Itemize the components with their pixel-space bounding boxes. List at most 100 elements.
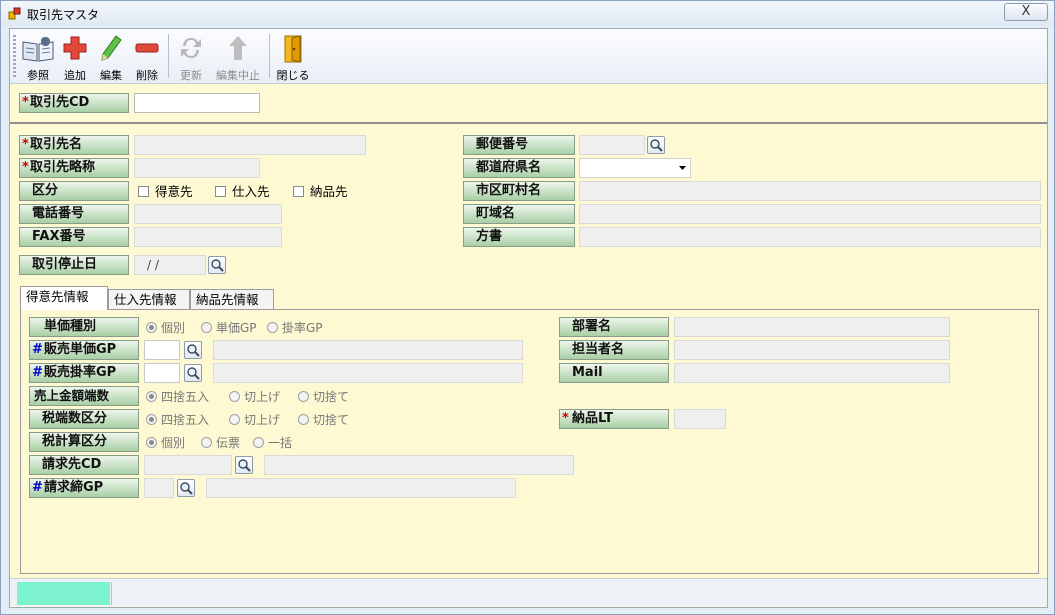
- postal-code-input[interactable]: [579, 135, 645, 155]
- tax-rounding-round-radio[interactable]: 四捨五入: [146, 412, 209, 428]
- reference-label: 参照: [27, 69, 49, 82]
- tax-rounding-label: 税端数区分: [29, 409, 139, 429]
- customer-short-name-input[interactable]: [134, 158, 260, 178]
- sales-price-gp-input[interactable]: [144, 340, 180, 360]
- delete-icon: [135, 43, 159, 53]
- refresh-label: 更新: [180, 69, 202, 82]
- tab-customer-info[interactable]: 得意先情報: [20, 286, 108, 310]
- tax-calc-individual-radio[interactable]: 個別: [146, 435, 185, 451]
- postal-search-button[interactable]: [647, 136, 665, 154]
- price-type-individual-radio[interactable]: 個別: [146, 320, 185, 336]
- tax-rounding-down-radio[interactable]: 切捨て: [298, 412, 349, 428]
- refresh-icon: [181, 37, 201, 59]
- prefecture-label: 都道府県名: [463, 158, 575, 178]
- toolbar: 参照 追加 編集 削除 更新 編集中止 閉じる: [10, 29, 1047, 84]
- window-close-button[interactable]: X: [1004, 3, 1048, 21]
- customer-info-panel: 単価種別 個別 単価GP 掛率GP # 販売単価GP # 販売掛率GP 売上金額端数…: [20, 309, 1039, 574]
- add-button[interactable]: 追加: [58, 31, 92, 82]
- sales-rounding-down-radio[interactable]: 切捨て: [298, 389, 349, 405]
- header-separator: [10, 122, 1047, 124]
- customer-cd-input[interactable]: [134, 93, 260, 113]
- contact-person-input[interactable]: [674, 340, 950, 360]
- town-input[interactable]: [579, 204, 1041, 224]
- cancel-edit-button[interactable]: 編集中止: [211, 31, 265, 82]
- address-extra-label: 方書: [463, 227, 575, 247]
- refresh-button[interactable]: 更新: [173, 31, 209, 82]
- sales-rate-gp-label: # 販売掛率GP: [29, 363, 139, 383]
- search-icon: [187, 367, 200, 380]
- department-input[interactable]: [674, 317, 950, 337]
- sales-price-gp-name: [213, 340, 523, 360]
- billing-close-gp-label: # 請求締GP: [29, 478, 139, 498]
- close-label: 閉じる: [276, 69, 310, 82]
- delivery-lt-input[interactable]: [674, 409, 726, 429]
- status-divider: [111, 582, 112, 605]
- sales-price-gp-label: # 販売単価GP: [29, 340, 139, 360]
- fax-input[interactable]: [134, 227, 282, 247]
- customer-name-label: * 取引先名: [19, 135, 129, 155]
- undo-icon: [229, 36, 247, 60]
- stop-date-search-button[interactable]: [208, 256, 226, 274]
- category-delivery-checkbox[interactable]: 納品先: [293, 184, 348, 200]
- address-extra-input[interactable]: [579, 227, 1041, 247]
- app-icon: [8, 7, 21, 20]
- billing-cd-search-button[interactable]: [235, 456, 253, 474]
- city-input[interactable]: [579, 181, 1041, 201]
- delete-button[interactable]: 削除: [130, 31, 164, 82]
- toolbar-separator: [168, 34, 169, 78]
- tax-calc-bulk-radio[interactable]: 一括: [253, 435, 292, 451]
- delivery-lt-label: * 納品LT: [559, 409, 669, 429]
- customer-cd-label: * 取引先CD: [19, 93, 129, 113]
- category-customer-checkbox[interactable]: 得意先: [138, 184, 193, 200]
- cancel-edit-label: 編集中止: [216, 69, 260, 82]
- prefecture-select[interactable]: [579, 158, 691, 178]
- price-type-label: 単価種別: [29, 317, 139, 337]
- title-bar: 取引先マスタ X: [1, 1, 1054, 26]
- billing-close-gp-search-button[interactable]: [177, 479, 195, 497]
- delete-label: 削除: [136, 69, 158, 82]
- sales-rate-gp-input[interactable]: [144, 363, 180, 383]
- status-bar: [10, 578, 1047, 606]
- price-type-unit-gp-radio[interactable]: 単価GP: [201, 320, 257, 336]
- client-area: 参照 追加 編集 削除 更新 編集中止 閉じる * 取引先CD * 取引先名 *…: [9, 28, 1048, 608]
- sales-rate-gp-search-button[interactable]: [184, 364, 202, 382]
- toolbar-grip[interactable]: [13, 35, 16, 79]
- sales-rate-gp-name: [213, 363, 523, 383]
- sales-rounding-round-radio[interactable]: 四捨五入: [146, 389, 209, 405]
- reference-button[interactable]: 参照: [18, 31, 58, 82]
- tab-supplier-info[interactable]: 仕入先情報: [108, 289, 190, 310]
- mail-label: Mail: [559, 363, 669, 383]
- contact-person-label: 担当者名: [559, 340, 669, 360]
- billing-close-gp-input[interactable]: [144, 478, 174, 498]
- customer-short-name-label: * 取引先略称: [19, 158, 129, 178]
- price-type-rate-gp-radio[interactable]: 掛率GP: [267, 320, 323, 336]
- sales-price-gp-search-button[interactable]: [184, 341, 202, 359]
- tax-rounding-up-radio[interactable]: 切上げ: [229, 412, 280, 428]
- tax-calc-slip-radio[interactable]: 伝票: [201, 435, 240, 451]
- tab-delivery-info[interactable]: 納品先情報: [190, 289, 274, 310]
- phone-input[interactable]: [134, 204, 282, 224]
- city-label: 市区町村名: [463, 181, 575, 201]
- search-icon: [187, 344, 200, 357]
- status-indicator: [17, 582, 110, 605]
- fax-label: FAX番号: [19, 227, 129, 247]
- phone-label: 電話番号: [19, 204, 129, 224]
- stop-date-label: 取引停止日: [19, 255, 129, 275]
- edit-pencil-icon: [101, 35, 122, 61]
- add-icon: [63, 36, 87, 60]
- edit-button[interactable]: 編集: [94, 31, 128, 82]
- close-button[interactable]: 閉じる: [274, 31, 312, 82]
- search-icon: [238, 459, 251, 472]
- sales-rounding-up-radio[interactable]: 切上げ: [229, 389, 280, 405]
- customer-name-input[interactable]: [134, 135, 366, 155]
- department-label: 部署名: [559, 317, 669, 337]
- category-supplier-checkbox[interactable]: 仕入先: [215, 184, 270, 200]
- add-label: 追加: [64, 69, 86, 82]
- mail-input[interactable]: [674, 363, 950, 383]
- chevron-down-icon: [679, 166, 686, 170]
- postal-code-label: 郵便番号: [463, 135, 575, 155]
- stop-date-input[interactable]: / /: [134, 255, 206, 275]
- billing-cd-input[interactable]: [144, 455, 232, 475]
- category-label: 区分: [19, 181, 129, 201]
- edit-label: 編集: [100, 69, 122, 82]
